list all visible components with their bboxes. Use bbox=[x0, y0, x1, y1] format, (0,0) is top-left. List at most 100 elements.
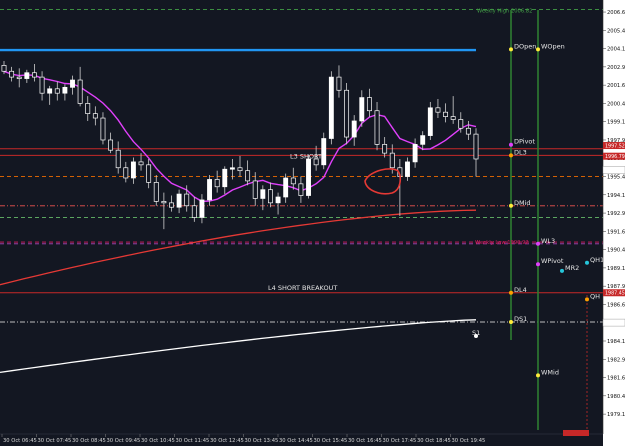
candle bbox=[344, 82, 350, 145]
price-tick-label: 2001.65 bbox=[607, 83, 625, 89]
candle-body bbox=[62, 86, 68, 94]
candle-body bbox=[306, 158, 311, 196]
candle-body bbox=[374, 110, 380, 145]
candle-body bbox=[450, 116, 456, 120]
candle-body bbox=[268, 189, 273, 204]
price-tick-label: 2002.90 bbox=[607, 65, 625, 71]
price-tick-label: 1982.90 bbox=[607, 357, 625, 363]
candle-body bbox=[199, 199, 205, 218]
candle-body bbox=[321, 138, 327, 166]
candle-body bbox=[85, 103, 91, 115]
price-tick-label: 1986.65 bbox=[607, 302, 625, 308]
marker-label-dl4: DL4 bbox=[514, 286, 527, 294]
candle-body bbox=[184, 193, 190, 207]
candle-body bbox=[54, 88, 60, 94]
candle-body bbox=[359, 97, 365, 122]
candle-body bbox=[123, 167, 129, 179]
candle-body bbox=[275, 196, 281, 204]
candle-body bbox=[222, 168, 228, 188]
price-tag-label: 1995.85 bbox=[605, 168, 625, 174]
trading-chart-window: DOpen WOpen DPivot DL3 DMid WL3 WPivot MR2 QH1 DL… bbox=[0, 0, 625, 446]
time-tick-label: 30 Oct 08:45 bbox=[72, 438, 106, 444]
marker-dot-wopen bbox=[536, 47, 540, 52]
marker-label-dpivot-m: DPivot bbox=[514, 138, 535, 146]
candle-body bbox=[420, 135, 426, 145]
marker-label-qh1: QH1 bbox=[590, 256, 604, 264]
candle-body bbox=[153, 182, 159, 202]
marker-label-s1: S1 bbox=[472, 329, 480, 337]
candle-body bbox=[146, 164, 152, 183]
price-tick-label: 1981.65 bbox=[607, 376, 625, 382]
candle-body bbox=[24, 72, 30, 79]
marker-label-wmid: WMid bbox=[541, 368, 559, 376]
price-tick-label: 2000.40 bbox=[607, 101, 625, 107]
marker-dot-dopen bbox=[509, 47, 513, 52]
time-tick-label: 30 Oct 10:45 bbox=[141, 438, 175, 444]
marker-dot-mr2 bbox=[560, 268, 564, 273]
time-tick-label: 30 Oct 06:45 bbox=[3, 438, 37, 444]
price-tick-label: 1990.40 bbox=[607, 248, 625, 254]
candle-body bbox=[389, 152, 395, 169]
price-tick-label: 2005.40 bbox=[607, 28, 625, 34]
price-tag-label: 1996.79 bbox=[605, 154, 625, 160]
price-tick-label: 1991.65 bbox=[607, 229, 625, 235]
candle-body bbox=[336, 76, 342, 91]
candle-body bbox=[290, 177, 296, 185]
candle-body bbox=[16, 76, 22, 79]
candle-body bbox=[9, 70, 15, 78]
candle bbox=[427, 101, 433, 140]
candle-body bbox=[351, 120, 357, 138]
time-tick-label: 30 Oct 15:45 bbox=[314, 438, 348, 444]
price-chart[interactable]: DOpen WOpen DPivot DL3 DMid WL3 WPivotMR2 QH1 DL… bbox=[0, 0, 625, 446]
level-label-weekly-high: Weekly High 2006.82 bbox=[477, 9, 532, 15]
marker-label-dopen: DOpen bbox=[514, 42, 536, 50]
candle-body bbox=[108, 139, 114, 151]
time-tick-label: 30 Oct 13:45 bbox=[245, 438, 279, 444]
plot-background bbox=[0, 0, 603, 434]
candle-body bbox=[130, 161, 136, 179]
candle-body bbox=[366, 97, 372, 112]
marker-dot-dl3 bbox=[509, 153, 513, 158]
candle-body bbox=[252, 180, 258, 199]
candle-body bbox=[70, 79, 75, 88]
candle bbox=[328, 71, 334, 145]
time-tick-label: 30 Oct 12:45 bbox=[210, 438, 244, 444]
candle-body bbox=[1, 65, 7, 72]
level-label-l3: L3 SHORT bbox=[290, 152, 322, 160]
price-tick-label: 2004.15 bbox=[607, 47, 625, 53]
candle-body bbox=[427, 107, 433, 136]
price-tag-label: 1997.52 bbox=[605, 143, 625, 149]
candle-body bbox=[115, 149, 121, 169]
marker-label-dl3: DL3 bbox=[514, 148, 527, 156]
candle-body bbox=[473, 133, 479, 160]
price-tick-label: 1995.40 bbox=[607, 175, 625, 181]
candle-body bbox=[229, 167, 235, 170]
candle-body bbox=[39, 76, 45, 94]
marker-label-wl3-m: WL3 bbox=[541, 237, 555, 245]
level-label-l4: L4 SHORT BREAKOUT bbox=[268, 284, 337, 292]
marker-dot-qh-bottom bbox=[585, 297, 589, 302]
price-tag-label: 1985.41 bbox=[605, 320, 625, 326]
candle-body bbox=[382, 144, 388, 154]
time-tick-label: 30 Oct 07:45 bbox=[38, 438, 72, 444]
candle-body bbox=[443, 111, 448, 117]
marker-label-ds1-m: DS1 bbox=[514, 315, 527, 323]
candle-body bbox=[138, 161, 144, 166]
time-tick-label: 30 Oct 11:45 bbox=[176, 438, 210, 444]
time-tick-label: 30 Oct 09:45 bbox=[107, 438, 141, 444]
time-tick-label: 30 Oct 14:45 bbox=[279, 438, 313, 444]
price-tick-label: 1992.90 bbox=[607, 211, 625, 217]
time-tick-label: 30 Oct 19:45 bbox=[452, 438, 486, 444]
marker-dot-dpivot-m bbox=[509, 142, 513, 147]
price-tick-label: 1984.15 bbox=[607, 339, 625, 345]
marker-dot-dmid-m bbox=[509, 203, 513, 208]
marker-dot-wl3-m bbox=[536, 241, 540, 246]
candle-body bbox=[176, 193, 182, 208]
marker-dot-wpivot bbox=[536, 262, 540, 267]
price-tag-label: 1987.45 bbox=[605, 291, 625, 297]
price-tick-label: 1994.15 bbox=[607, 193, 625, 199]
candle-body bbox=[169, 202, 174, 208]
price-tick-label: 1999.15 bbox=[607, 120, 625, 126]
time-tag-current bbox=[563, 430, 589, 436]
candle-body bbox=[260, 189, 266, 199]
